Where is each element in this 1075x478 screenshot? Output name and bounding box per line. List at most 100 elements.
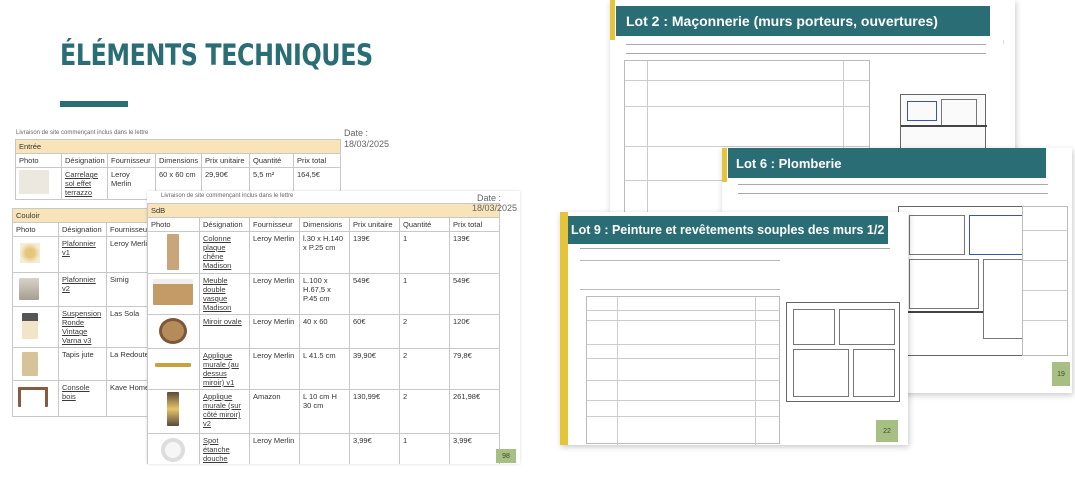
- supplier: Leroy Merlin: [249, 348, 300, 390]
- col-photo: Photo: [15, 153, 62, 168]
- lot2-vertical-note: —: [1002, 40, 1007, 44]
- doc-sdb: Livraison de site commençant inclus dans…: [147, 191, 520, 464]
- total-price: 3,99€: [448, 433, 501, 464]
- slide-title: ÉLÉMENTS TECHNIQUES: [60, 38, 373, 72]
- lot6-accent: [722, 148, 727, 182]
- product-link[interactable]: Applique murale (au dessus miroir) v1: [203, 351, 239, 387]
- quantity: 2: [399, 314, 450, 349]
- lot6-intro: [738, 184, 1048, 194]
- product-link[interactable]: Carrelage sol effet terrazzo: [65, 170, 98, 197]
- unit-price: 130,99€: [349, 389, 400, 434]
- supplier: Simig: [105, 272, 152, 307]
- table-couloir: Couloir Photo Désignation Fournisseur Pl…: [12, 208, 152, 417]
- col-quantite: Quantité: [249, 153, 294, 168]
- doc-date-label: Date :: [344, 128, 369, 138]
- supplier: Kave Home: [105, 380, 152, 417]
- col-dimensions: Dimensions: [155, 153, 202, 168]
- section-label: SdB: [147, 203, 501, 218]
- supplier: Leroy Merlin: [249, 433, 300, 464]
- total-price: 261,98€: [448, 389, 501, 434]
- supplier: Leroy Merlin: [249, 231, 300, 274]
- wall-light-photo: [167, 392, 179, 426]
- table-row: Colonne plaque chêne Madison Leroy Merli…: [147, 231, 501, 274]
- product-link[interactable]: Spot étanche douche: [203, 436, 230, 463]
- col-designation: Désignation: [199, 217, 250, 232]
- total-price: 120€: [448, 314, 501, 349]
- page-number: 98: [496, 449, 516, 463]
- table-header: Photo Désignation Fournisseur Dimensions…: [147, 217, 501, 232]
- table-row: Applique murale (sur côté miroir) v2 Ama…: [147, 389, 501, 434]
- product-link[interactable]: Console bois: [62, 383, 90, 401]
- table-row: Plafonnier v2 Simig: [12, 272, 152, 307]
- col-photo: Photo: [12, 222, 59, 237]
- lot2-intro: [626, 44, 986, 54]
- lot9-intro: [580, 248, 890, 258]
- product-link[interactable]: Miroir ovale: [203, 317, 242, 326]
- table-row: Plafonnier v1 Leroy Merlin: [12, 236, 152, 273]
- lot9-page: Lot 9 : Peinture et revêtements souples …: [560, 212, 908, 445]
- lot6-side-table: [1022, 206, 1068, 356]
- supplier: Amazon: [249, 389, 300, 434]
- lot6-banner: Lot 6 : Plomberie: [728, 148, 1046, 178]
- col-dimensions: Dimensions: [299, 217, 350, 232]
- ceiling-light-photo: [20, 243, 40, 263]
- product-link[interactable]: Colonne plaque chêne Madison: [203, 234, 231, 270]
- col-fournisseur: Fournisseur: [249, 217, 300, 232]
- col-designation: Désignation: [61, 153, 108, 168]
- supplier: La Redoute: [105, 347, 152, 381]
- quantity: 1: [399, 273, 450, 315]
- unit-price: 39,90€: [349, 348, 400, 390]
- console-photo: [18, 387, 48, 407]
- spot-photo: [161, 438, 185, 462]
- table-header: Photo Désignation Fournisseur Dimensions…: [15, 153, 342, 168]
- table-row: Applique murale (au dessus miroir) v1 Le…: [147, 348, 501, 390]
- table-row: Console bois Kave Home: [12, 380, 152, 417]
- quantity: 2: [399, 348, 450, 390]
- rug-photo: [22, 352, 38, 376]
- column-cabinet-photo: [167, 234, 179, 270]
- table-header: Photo Désignation Fournisseur: [12, 222, 152, 237]
- dimensions: [299, 433, 350, 464]
- dimensions: l.30 x H.140 x P.25 cm: [299, 231, 350, 274]
- mirror-photo: [159, 318, 187, 344]
- lot9-table: [586, 296, 780, 445]
- dimensions: L 10 cm H 30 cm: [299, 389, 350, 434]
- product-name: Tapis jute: [58, 347, 107, 381]
- product-link[interactable]: Suspension Ronde Vintage Varna v3: [62, 309, 101, 345]
- quantity: 1: [399, 433, 450, 464]
- col-fournisseur: Fournisseur: [107, 153, 156, 168]
- section-label: Couloir: [12, 208, 152, 223]
- unit-price: 139€: [349, 231, 400, 274]
- lot9-notes: [580, 260, 780, 290]
- table-row: Meuble double vasque Madison Leroy Merli…: [147, 273, 501, 315]
- quantity: 2: [399, 389, 450, 434]
- col-prix-unitaire: Prix unitaire: [349, 217, 400, 232]
- lot2-floorplan: [900, 94, 987, 150]
- lot2-banner: Lot 2 : Maçonnerie (murs porteurs, ouver…: [616, 6, 990, 36]
- quantity: 1: [399, 231, 450, 274]
- lot9-accent: [560, 212, 568, 445]
- col-photo: Photo: [147, 217, 200, 232]
- supplier: Leroy Merlin: [249, 273, 300, 315]
- supplier: Leroy Merlin: [249, 314, 300, 349]
- doc-date: 18/03/2025: [344, 139, 390, 149]
- lot9-floorplan: [786, 302, 900, 402]
- lot2-accent: [610, 0, 615, 40]
- lot9-banner: Lot 9 : Peinture et revêtements souples …: [568, 216, 888, 244]
- product-link[interactable]: Meuble double vasque Madison: [203, 276, 231, 312]
- table-sdb: SdB Photo Désignation Fournisseur Dimens…: [147, 203, 501, 464]
- product-link[interactable]: Applique murale (sur côté miroir) v2: [203, 392, 241, 428]
- page-number: 19: [1052, 362, 1070, 386]
- dimensions: 40 x 60: [299, 314, 350, 349]
- product-link[interactable]: Plafonnier v1: [62, 239, 96, 257]
- col-fournisseur: Fournisseur: [105, 222, 152, 237]
- unit-price: 3,99€: [349, 433, 400, 464]
- doc-couloir: Couloir Photo Désignation Fournisseur Pl…: [12, 208, 152, 423]
- table-row: Suspension Ronde Vintage Varna v3 Las So…: [12, 306, 152, 348]
- product-link[interactable]: Plafonnier v2: [62, 275, 96, 293]
- total-price: 79,8€: [448, 348, 501, 390]
- supplier: Leroy Merlin: [105, 236, 152, 273]
- doc-date-label: Date :: [477, 193, 502, 203]
- doc-date: 18/03/2025: [472, 203, 518, 213]
- vanity-photo: [153, 279, 193, 305]
